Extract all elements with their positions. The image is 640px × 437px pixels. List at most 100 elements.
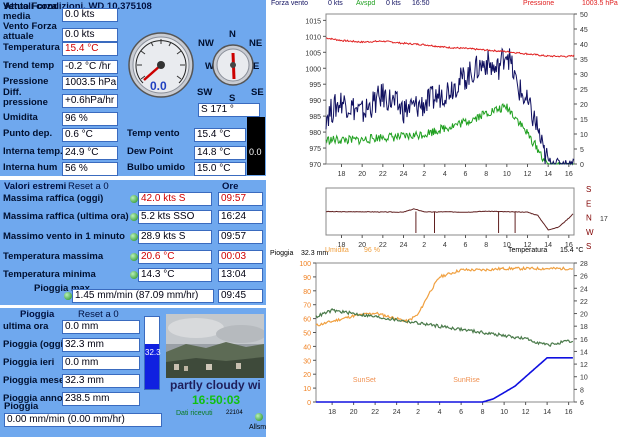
chart3-left-tick-label: 60 [303, 317, 311, 324]
header-pioggia: Pioggia [270, 250, 294, 257]
chart3-sunrise-label: SunRise [453, 377, 480, 384]
chart1-x-tick-label: 4 [443, 171, 447, 178]
chart1-right-tick-label: 15 [580, 117, 588, 124]
chart3-x-tick-label: 10 [500, 409, 508, 416]
rain-value-0: 0.0 mm [62, 320, 140, 334]
chart3-x-tick-label: 22 [371, 409, 379, 416]
chart1-x-tick-label: 8 [484, 171, 488, 178]
current-right-value-2: 15.0 °C [194, 162, 246, 176]
chart1-left-tick-label: 990 [309, 98, 321, 105]
extreme-time-4: 13:04 [218, 268, 263, 282]
rain-max-time: 09:45 [218, 289, 263, 303]
chart2-x-tick-label: 22 [379, 242, 387, 249]
extremes-reset[interactable]: Reset a 0 [68, 181, 109, 192]
extreme-value-3: 20.6 °C [138, 250, 212, 264]
extreme-label-2: Massimo vento in 1 minuto [3, 231, 125, 242]
chart1-right-tick-label: 25 [580, 87, 588, 94]
wind-gauge-value: 0.0 [150, 79, 167, 93]
wind-direction-value: S 171 ° [198, 103, 260, 117]
legend-pval: 1003.5 hPa [582, 0, 618, 7]
chart1-left-tick-label: 1000 [305, 66, 321, 73]
current-label-6: Umidita [3, 112, 38, 123]
chart1-right-tick-label: 20 [580, 102, 588, 109]
header-umidita: Umidita [325, 247, 349, 254]
legend-forza: Forza vento [271, 0, 308, 7]
chart1-x-tick-label: 2 [422, 171, 426, 178]
chart3-x-tick-label: 16 [565, 409, 573, 416]
rain-label-1: Pioggia (oggi) [3, 339, 67, 350]
chart3-x-tick-label: 14 [543, 409, 551, 416]
chart1-left-tick-label: 980 [309, 130, 321, 137]
legend-time: 16:50 [412, 0, 430, 7]
header-temp: Temperatura [508, 247, 548, 254]
current-label-4: Pressione [3, 76, 49, 87]
chart1-right-tick-label: 35 [580, 57, 588, 64]
header-umidita-value: 96 % [364, 247, 380, 254]
chart2-direction-annotation: 170 [600, 216, 608, 223]
chart3-x-tick-label: 18 [328, 409, 336, 416]
chart3-sunset-label: SunSet [353, 377, 376, 384]
chart3-left-tick-label: 70 [303, 303, 311, 310]
chart3-x-tick-label: 6 [459, 409, 463, 416]
extreme-label-4: Temperatura minima [3, 269, 96, 280]
chart1-right-tick-label: 10 [580, 132, 588, 139]
rain-label-2: Pioggia ieri [3, 357, 55, 368]
legend-kts2: 0 kts [386, 0, 401, 7]
webcam-image [166, 314, 264, 378]
extreme-value-1: 5.2 kts SSO [138, 210, 212, 224]
rain-rate-value: 0.00 mm/min (0.00 mm/hr) [4, 413, 162, 427]
legend-kts: 0 kts [328, 0, 343, 7]
rain-value-2: 0.0 mm [62, 356, 140, 370]
chart1-x-tick-label: 20 [358, 171, 366, 178]
current-label-8: Interna temp. [3, 146, 63, 157]
extremes-ore: Ore [222, 181, 239, 192]
extreme-time-0: 09:57 [218, 192, 263, 206]
humidity-temp-rain-chart: 0102030405060708090100681012141618202224… [299, 261, 588, 416]
chart3-left-tick-label: 10 [303, 386, 311, 393]
chart3-right-tick-label: 16 [580, 337, 588, 344]
current-label-2: Temperatura [3, 42, 60, 53]
chart1-left-tick-label: 975 [309, 146, 321, 153]
current-value-0: 0.0 kts [62, 8, 118, 22]
extreme-value-4: 14.3 °C [138, 268, 212, 282]
rain-value-4: 238.5 mm [62, 392, 140, 406]
chart1-right-tick-label: 45 [580, 27, 588, 34]
extreme-time-3: 00:03 [218, 250, 263, 264]
chart3-left-tick-label: 90 [303, 275, 311, 282]
chart1-x-tick-label: 12 [524, 171, 532, 178]
chart3-left-tick-label: 20 [303, 372, 311, 379]
current-right-label-1: Dew Point [127, 146, 173, 157]
chart3-left-tick-label: 40 [303, 344, 311, 351]
chart3-left-tick-label: 30 [303, 358, 311, 365]
webcam-time: 16:50:03 [192, 393, 241, 407]
chart1-plot-area [325, 13, 575, 165]
extreme-status-icon-0 [130, 195, 138, 203]
legend-pressione: Pressione [523, 0, 555, 7]
chart3-right-tick-label: 10 [580, 375, 588, 382]
chart3-x-tick-label: 12 [522, 409, 530, 416]
alarm-status-icon[interactable] [255, 413, 263, 421]
extreme-label-0: Massima raffica (oggi) [3, 193, 104, 204]
webcam-sky-text: partly cloudy wi [170, 378, 261, 392]
chart1-x-tick-label: 24 [400, 171, 408, 178]
rain-reset[interactable]: Reset a 0 [78, 309, 119, 320]
rain-label-3: Pioggia mese [3, 375, 65, 386]
chart1-left-tick-label: 985 [309, 114, 321, 121]
extreme-status-icon-4 [130, 271, 138, 279]
chart3-x-tick-label: 4 [438, 409, 442, 416]
chart1-right-tick-label: 5 [580, 147, 584, 154]
chart3-right-tick-label: 26 [580, 274, 588, 281]
rain-bar-value: 32.3 [145, 348, 161, 357]
chart1-right-tick-label: 50 [580, 12, 588, 19]
current-value-4: 1003.5 hPa [62, 76, 118, 90]
chart3-x-tick-label: 20 [350, 409, 358, 416]
chart3-right-tick-label: 12 [580, 362, 588, 369]
chart2-x-tick-label: 8 [484, 242, 488, 249]
current-right-label-2: Bulbo umido [127, 162, 186, 173]
extreme-status-icon-3 [130, 253, 138, 261]
chart3-right-tick-label: 18 [580, 324, 588, 331]
current-value-3: -0.2 °C /hr [62, 60, 118, 74]
data-received-code: 22104 [226, 410, 243, 416]
compass-n: N [229, 29, 236, 40]
chart1-left-tick-label: 1005 [305, 50, 321, 57]
